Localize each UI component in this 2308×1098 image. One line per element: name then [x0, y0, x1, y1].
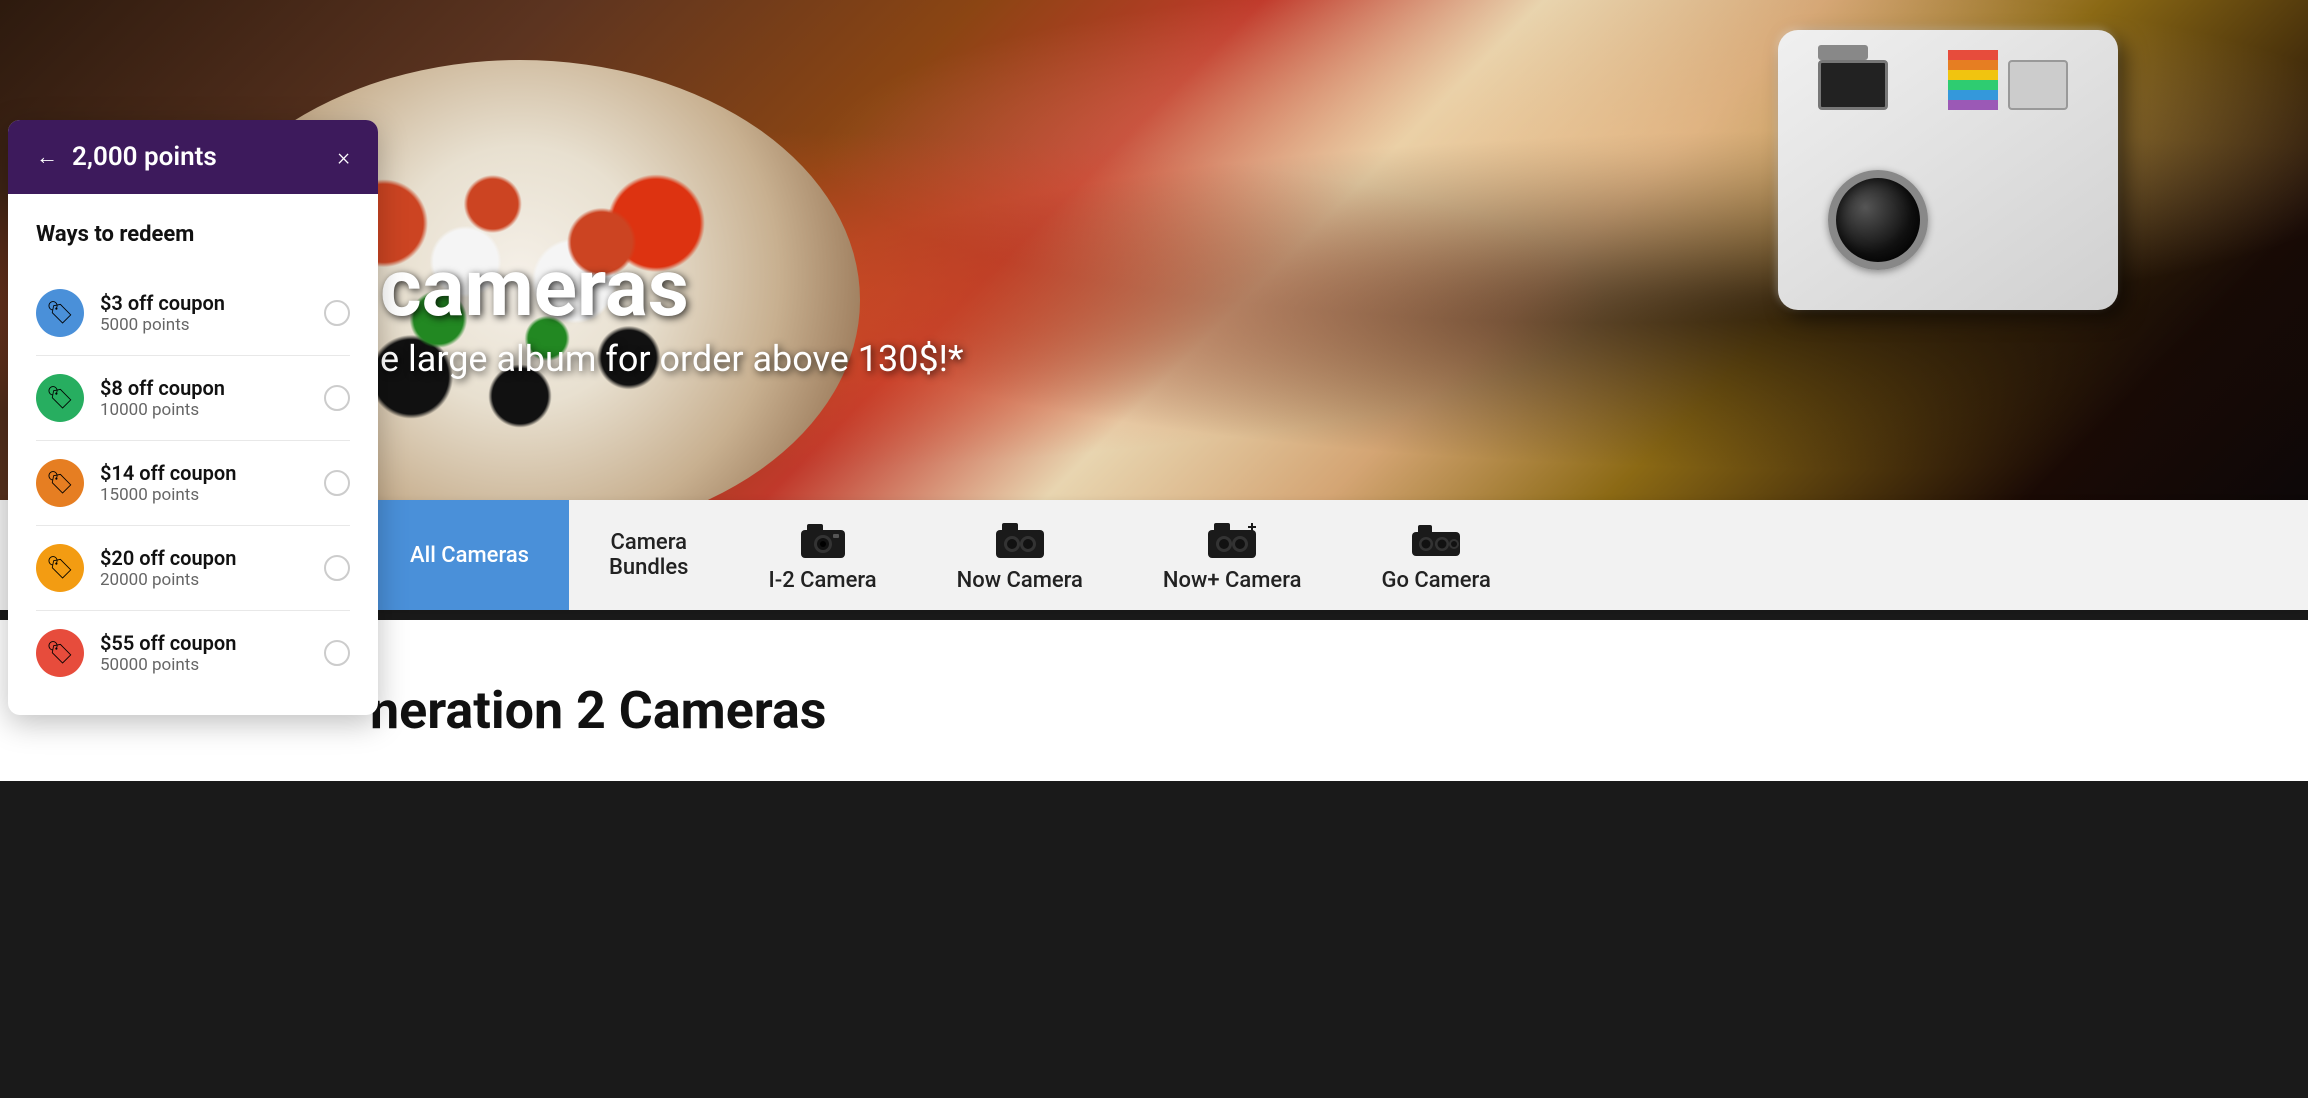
- go-camera-icon: [1408, 518, 1464, 562]
- i2-camera-icon: [795, 518, 851, 562]
- nav-all-cameras[interactable]: All Cameras: [370, 500, 569, 610]
- nav-now-label: Now Camera: [957, 568, 1083, 593]
- coupon-icon-55: 🏷: [36, 629, 84, 677]
- hero-subtitle: e large album for order above 130$!*: [380, 338, 963, 380]
- coupon-item-3[interactable]: 🏷 $3 off coupon 5000 points: [36, 271, 350, 356]
- coupon-points-3: 5000 points: [100, 315, 308, 335]
- nav-all-cameras-label: All Cameras: [410, 543, 529, 568]
- nav-nowplus-label: Now+ Camera: [1163, 568, 1302, 593]
- hero-title: cameras: [380, 248, 963, 328]
- section-title: neration 2 Cameras: [370, 680, 1938, 741]
- coupon-info-3: $3 off coupon 5000 points: [100, 291, 308, 335]
- coupon-item-20[interactable]: 🏷 $20 off coupon 20000 points: [36, 526, 350, 611]
- nav-bundles-label: CameraBundles: [609, 530, 688, 580]
- coupon-amount-3: $3 off coupon: [100, 291, 308, 315]
- coupon-icon-8: 🏷: [36, 374, 84, 422]
- coupon-item-55[interactable]: 🏷 $55 off coupon 50000 points: [36, 611, 350, 695]
- coupon-amount-20: $20 off coupon: [100, 546, 308, 570]
- coupon-amount-8: $8 off coupon: [100, 376, 308, 400]
- rewards-back-button[interactable]: ←: [36, 144, 58, 170]
- coupon-radio-55[interactable]: [324, 640, 350, 666]
- coupon-points-8: 10000 points: [100, 400, 308, 420]
- coupon-points-14: 15000 points: [100, 485, 308, 505]
- coupon-amount-55: $55 off coupon: [100, 631, 308, 655]
- nav-camera-bundles[interactable]: CameraBundles: [569, 500, 728, 610]
- nav-go-camera[interactable]: Go Camera: [1341, 500, 1530, 610]
- coupon-icon-3: 🏷: [36, 289, 84, 337]
- nav-i2-label: I-2 Camera: [769, 568, 877, 593]
- nav-nowplus-camera[interactable]: Now+ Camera: [1123, 500, 1342, 610]
- coupon-radio-20[interactable]: [324, 555, 350, 581]
- hero-text-container: cameras e large album for order above 13…: [380, 248, 963, 380]
- now-camera-icon: [992, 518, 1048, 562]
- coupon-info-55: $55 off coupon 50000 points: [100, 631, 308, 675]
- nav-go-label: Go Camera: [1381, 568, 1490, 593]
- ways-to-redeem-heading: Ways to redeem: [36, 222, 350, 247]
- rewards-header: ← 2,000 points ×: [8, 120, 378, 194]
- nav-now-camera[interactable]: Now Camera: [917, 500, 1123, 610]
- coupon-radio-8[interactable]: [324, 385, 350, 411]
- coupon-info-8: $8 off coupon 10000 points: [100, 376, 308, 420]
- rewards-close-button[interactable]: ×: [337, 143, 350, 171]
- coupon-radio-14[interactable]: [324, 470, 350, 496]
- nowplus-camera-icon: [1204, 518, 1260, 562]
- coupon-points-20: 20000 points: [100, 570, 308, 590]
- coupon-item-8[interactable]: 🏷 $8 off coupon 10000 points: [36, 356, 350, 441]
- coupon-icon-20: 🏷: [36, 544, 84, 592]
- rewards-panel: ← 2,000 points × Ways to redeem 🏷 $3 off…: [8, 120, 378, 715]
- coupon-points-55: 50000 points: [100, 655, 308, 675]
- coupon-amount-14: $14 off coupon: [100, 461, 308, 485]
- camera-decoration: [1778, 30, 2158, 370]
- nav-i2-camera[interactable]: I-2 Camera: [729, 500, 917, 610]
- coupon-item-14[interactable]: 🏷 $14 off coupon 15000 points: [36, 441, 350, 526]
- rewards-points-label: 2,000 points: [72, 142, 217, 172]
- coupon-radio-3[interactable]: [324, 300, 350, 326]
- coupon-info-20: $20 off coupon 20000 points: [100, 546, 308, 590]
- rewards-body: Ways to redeem 🏷 $3 off coupon 5000 poin…: [8, 194, 378, 715]
- coupon-info-14: $14 off coupon 15000 points: [100, 461, 308, 505]
- coupon-icon-14: 🏷: [36, 459, 84, 507]
